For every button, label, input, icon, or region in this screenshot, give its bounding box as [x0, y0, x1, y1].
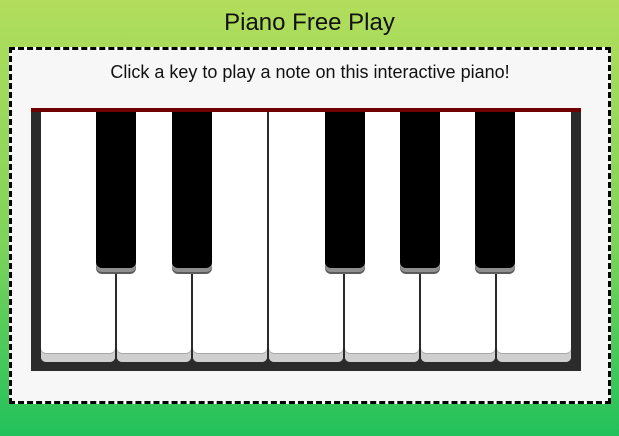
page-title: Piano Free Play [224, 9, 395, 36]
black-key-2[interactable] [172, 112, 212, 268]
black-key-3[interactable] [325, 112, 365, 268]
piano-keyboard [31, 108, 581, 371]
black-key-5[interactable] [475, 112, 515, 268]
piano-panel: Click a key to play a note on this inter… [9, 47, 611, 404]
black-key-1[interactable] [96, 112, 136, 268]
instructions-text: Click a key to play a note on this inter… [110, 62, 510, 82]
black-key-4[interactable] [400, 112, 440, 268]
